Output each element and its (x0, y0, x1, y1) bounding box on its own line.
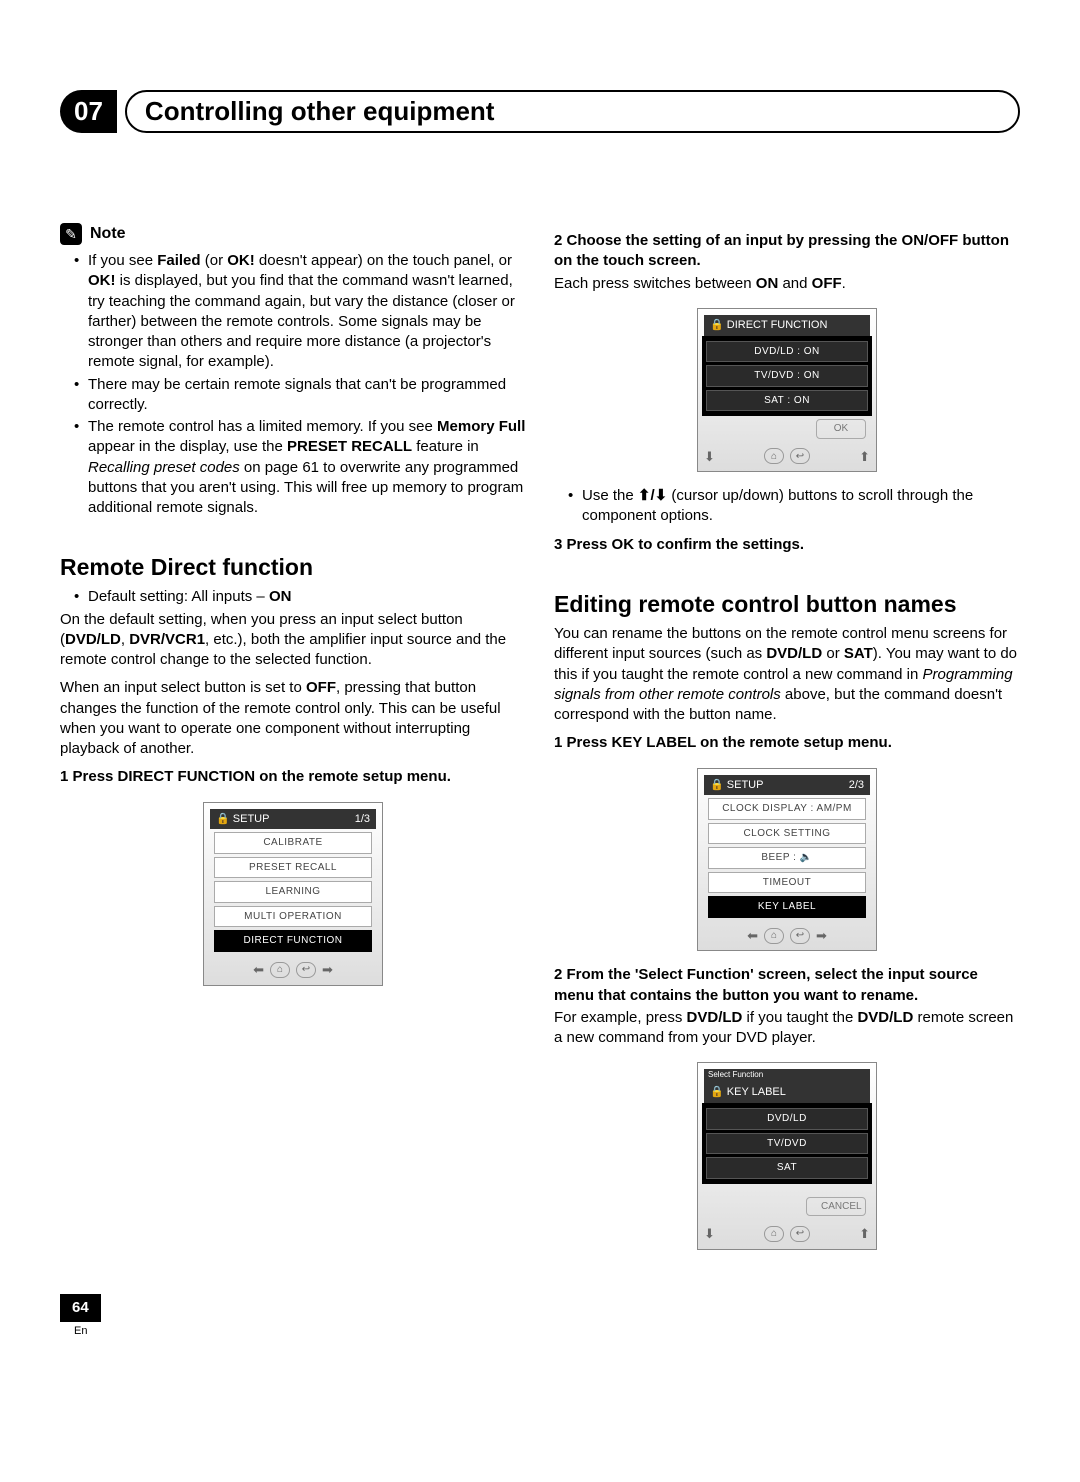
screen-title: 🔒 SETUP (710, 778, 763, 793)
screen-button-beep[interactable]: BEEP : 🔈 (708, 847, 866, 869)
right-column: 2 Choose the setting of an input by pres… (554, 223, 1020, 1264)
step-2-choose-setting: 2 Choose the setting of an input by pres… (554, 231, 1020, 272)
screen-button-dvd-ld[interactable]: DVD/LD : ON (706, 341, 868, 363)
screen-title: 🔒 DIRECT FUNCTION (710, 318, 827, 333)
back-icon[interactable]: ↩ (790, 448, 810, 464)
note-item: There may be certain remote signals that… (74, 375, 526, 416)
note-label: Note (90, 223, 126, 245)
back-icon[interactable]: ↩ (790, 928, 810, 944)
screen-button-sat[interactable]: SAT (706, 1157, 868, 1179)
screen-nav: ⬅ ⌂ ↩ ➡ (210, 955, 376, 979)
arrow-right-icon[interactable]: ➡ (816, 927, 827, 945)
note-item: If you see Failed (or OK! doesn't appear… (74, 251, 526, 373)
screen-cancel-button[interactable]: CANCEL (806, 1197, 866, 1217)
arrow-down-icon[interactable]: ⬇ (704, 1225, 715, 1243)
use-cursor-note: Use the ⬆/⬇ (cursor up/down) buttons to … (568, 486, 1020, 527)
home-icon[interactable]: ⌂ (270, 962, 290, 978)
screen-button-clock-display[interactable]: CLOCK DISPLAY : AM/PM (708, 798, 866, 820)
paragraph: Each press switches between ON and OFF. (554, 274, 1020, 294)
paragraph: For example, press DVD/LD if you taught … (554, 1008, 1020, 1049)
screen-button-multi-operation[interactable]: MULTI OPERATION (214, 906, 372, 928)
note-item: The remote control has a limited memory.… (74, 417, 526, 518)
page-footer: 64 En (60, 1294, 1020, 1339)
screen-nav: ⬇ ⌂ ↩ ⬆ (704, 442, 870, 466)
screen-button-direct-function[interactable]: DIRECT FUNCTION (214, 930, 372, 952)
back-icon[interactable]: ↩ (296, 962, 316, 978)
step-2-select-function: 2 From the 'Select Function' screen, sel… (554, 965, 1020, 1006)
paragraph: You can rename the buttons on the remote… (554, 624, 1020, 725)
screen-button-tv-dvd[interactable]: TV/DVD : ON (706, 365, 868, 387)
pencil-note-icon: ✎ (60, 223, 82, 245)
home-icon[interactable]: ⌂ (764, 448, 784, 464)
remote-screen-setup-2: 🔒 SETUP 2/3 CLOCK DISPLAY : AM/PM CLOCK … (697, 768, 877, 952)
section-heading-remote-direct: Remote Direct function (60, 552, 526, 583)
chapter-number-badge: 07 (60, 90, 117, 133)
screen-button-learning[interactable]: LEARNING (214, 881, 372, 903)
chapter-header: 07 Controlling other equipment (60, 90, 1020, 133)
screen-button-calibrate[interactable]: CALIBRATE (214, 832, 372, 854)
left-column: ✎ Note If you see Failed (or OK! doesn't… (60, 223, 526, 1264)
arrow-up-icon[interactable]: ⬆ (859, 1225, 870, 1243)
chapter-title: Controlling other equipment (125, 90, 1020, 133)
note-list: If you see Failed (or OK! doesn't appear… (60, 251, 526, 518)
paragraph: When an input select button is set to OF… (60, 678, 526, 759)
arrow-left-icon[interactable]: ⬅ (253, 961, 264, 979)
screen-page: 1/3 (355, 812, 370, 827)
speaker-icon: 🔈 (800, 852, 813, 863)
step-3-press-ok: 3 Press OK to confirm the settings. (554, 535, 1020, 555)
step-1-direct-function: 1 Press DIRECT FUNCTION on the remote se… (60, 767, 526, 787)
language-label: En (74, 1324, 1020, 1339)
arrow-down-icon[interactable]: ⬇ (704, 448, 715, 466)
back-icon[interactable]: ↩ (790, 1226, 810, 1242)
screen-button-preset-recall[interactable]: PRESET RECALL (214, 857, 372, 879)
screen-button-tv-dvd[interactable]: TV/DVD (706, 1133, 868, 1155)
home-icon[interactable]: ⌂ (764, 1226, 784, 1242)
page-number: 64 (60, 1294, 101, 1322)
screen-button-clock-setting[interactable]: CLOCK SETTING (708, 823, 866, 845)
arrow-left-icon[interactable]: ⬅ (747, 927, 758, 945)
remote-screen-direct-function: 🔒 DIRECT FUNCTION DVD/LD : ON TV/DVD : O… (697, 308, 877, 472)
screen-button-dvd-ld[interactable]: DVD/LD (706, 1108, 868, 1130)
home-icon[interactable]: ⌂ (764, 928, 784, 944)
screen-title: 🔒 SETUP (216, 812, 269, 827)
screen-subtitle: Select Function (704, 1069, 870, 1082)
arrow-right-icon[interactable]: ➡ (322, 961, 333, 979)
paragraph: On the default setting, when you press a… (60, 610, 526, 671)
arrow-up-icon[interactable]: ⬆ (859, 448, 870, 466)
screen-button-timeout[interactable]: TIMEOUT (708, 872, 866, 894)
screen-nav: ⬅ ⌂ ↩ ➡ (704, 921, 870, 945)
section-heading-editing-names: Editing remote control button names (554, 589, 1020, 620)
screen-title: 🔒 KEY LABEL (710, 1085, 786, 1100)
remote-screen-key-label: Select Function 🔒 KEY LABEL DVD/LD TV/DV… (697, 1062, 877, 1249)
screen-ok-button[interactable]: OK (816, 419, 866, 439)
screen-page: 2/3 (849, 778, 864, 793)
default-setting: Default setting: All inputs – ON (74, 587, 526, 607)
screen-nav: ⬇ ⌂ ↩ ⬆ (704, 1219, 870, 1243)
screen-button-key-label[interactable]: KEY LABEL (708, 896, 866, 918)
remote-screen-setup: 🔒 SETUP 1/3 CALIBRATE PRESET RECALL LEAR… (203, 802, 383, 986)
step-1-key-label: 1 Press KEY LABEL on the remote setup me… (554, 733, 1020, 753)
screen-button-sat[interactable]: SAT : ON (706, 390, 868, 412)
